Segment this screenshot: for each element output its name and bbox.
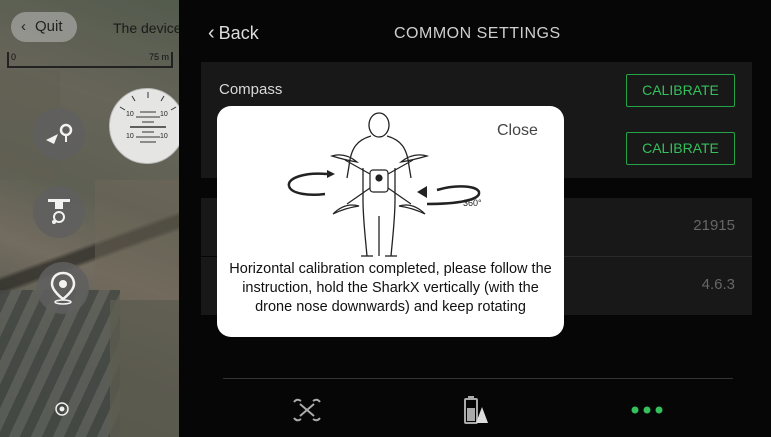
tab-battery[interactable] <box>457 390 497 430</box>
locate-icon <box>55 402 69 416</box>
drone-follow-icon <box>48 199 70 224</box>
waypoint-icon <box>50 271 76 305</box>
attitude-dial-icon <box>119 92 177 143</box>
back-label: Back <box>218 23 259 43</box>
route-plan-button[interactable] <box>33 108 85 160</box>
device-status-title: The device <box>113 20 179 36</box>
drone-tab-icon <box>293 398 321 422</box>
attitude-tick: 10 <box>126 111 134 118</box>
tab-more[interactable] <box>627 390 667 430</box>
close-button[interactable]: Close <box>497 122 538 140</box>
scale-start-label: 0 <box>11 52 17 62</box>
tab-drone[interactable] <box>287 390 327 430</box>
quit-button[interactable]: ‹ Quit <box>11 12 77 42</box>
chevron-left-icon: ‹ <box>21 18 26 35</box>
page-title: COMMON SETTINGS <box>394 25 561 42</box>
tabbar-divider <box>223 378 733 379</box>
attitude-indicator: 10 10 10 10 <box>109 88 179 164</box>
map-panel[interactable]: ‹ Quit The device 0 75 m 10 10 10 10 <box>0 0 179 437</box>
calibration-message: Horizontal calibration completed, please… <box>229 261 552 315</box>
map-scale-bar: 0 75 m <box>7 52 173 68</box>
attitude-tick: 10 <box>160 111 168 118</box>
scale-end-label: 75 m <box>148 52 169 62</box>
attitude-tick: 10 <box>160 133 168 140</box>
attitude-tick: 10 <box>126 133 134 140</box>
calibration-dialog: 360° Close Horizontal calibration comple… <box>217 106 564 337</box>
rotation-angle-label: 360° <box>463 198 482 208</box>
waypoint-button[interactable] <box>37 262 89 314</box>
locate-me-button[interactable] <box>53 400 71 418</box>
chevron-left-icon: ‹ <box>208 22 215 44</box>
drone-follow-button[interactable] <box>33 186 85 238</box>
back-button[interactable]: ‹ Back <box>208 22 259 45</box>
quit-label: Quit <box>35 18 63 35</box>
route-plan-icon <box>46 123 73 144</box>
row-label: Compass <box>219 81 283 98</box>
calibration-illustration-icon: 360° <box>287 112 482 257</box>
battery-tab-icon <box>464 396 488 424</box>
row-value: 4.6.3 <box>701 276 735 293</box>
imu-calibrate-button[interactable]: CALIBRATE <box>626 132 735 165</box>
compass-calibrate-button[interactable]: CALIBRATE <box>626 74 735 107</box>
more-tab-icon <box>631 406 663 414</box>
row-value: 21915 <box>693 217 735 234</box>
